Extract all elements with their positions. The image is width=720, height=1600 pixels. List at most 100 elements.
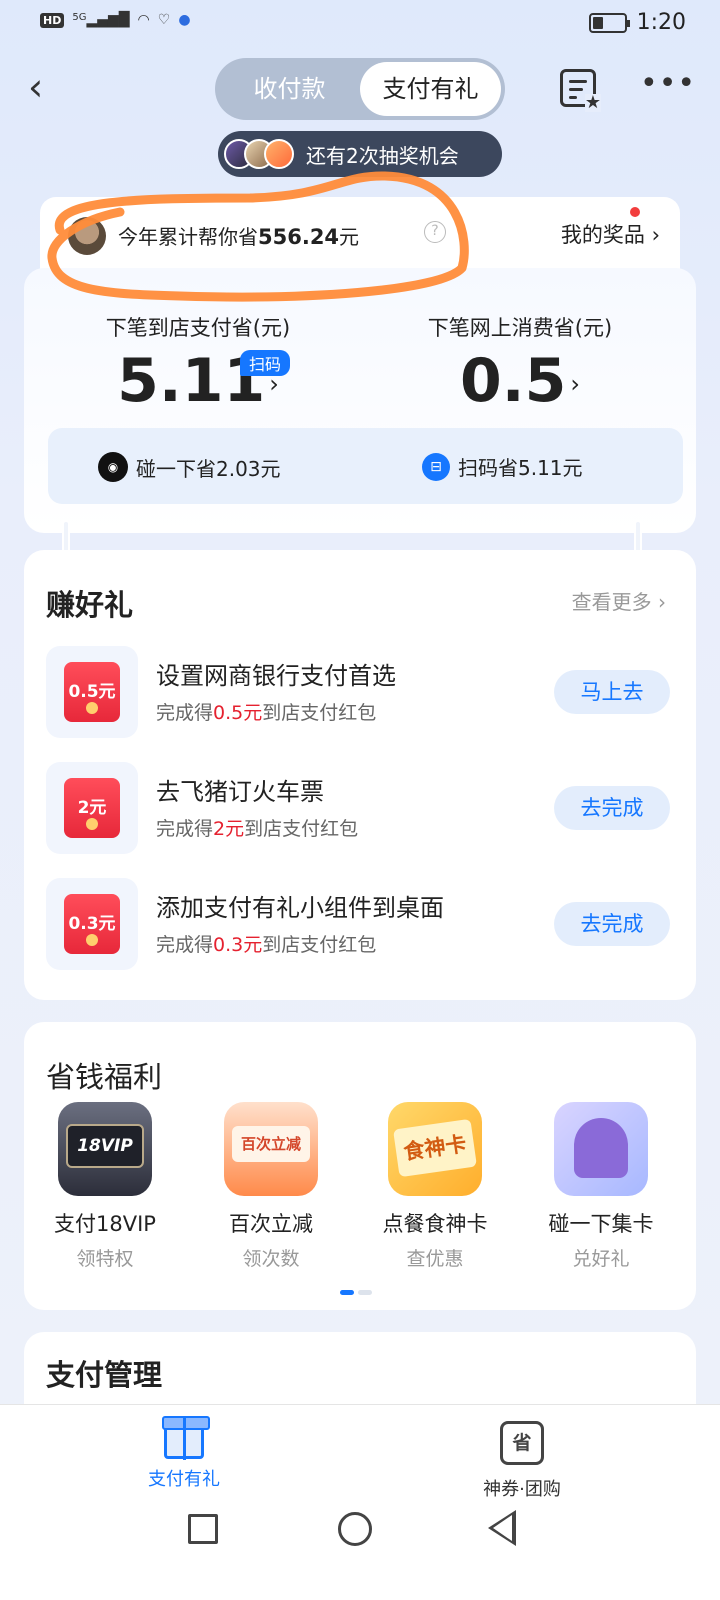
chevron-right-icon: › [570,370,580,399]
favorites-icon[interactable]: ★ [560,69,601,112]
view-more-link[interactable]: 查看更多 › [572,586,666,615]
gift-icon [162,1416,210,1460]
battery-icon [588,12,630,33]
hd-badge: HD [40,12,65,28]
task-reward: 完成得2元到店支付红包 [156,818,359,840]
task-item: 0.5元 设置网商银行支付首选 完成得0.5元到店支付红包 马上去 [46,646,674,742]
task-title: 去飞猪订火车票 [156,778,324,806]
scan-icon: ⊟ [422,452,450,481]
link-icon: ♡ [157,12,171,28]
wifi-icon: ◠ [137,12,150,28]
tab-receive-pay[interactable]: 收付款 [219,62,360,116]
help-icon[interactable]: ? [424,221,446,243]
benefit-sub: 领特权 [76,1248,134,1270]
lottery-chances-pill[interactable]: 还有2次抽奖机会 [218,131,502,177]
savings-amount: 556.24 [258,225,340,249]
section-title: 省钱福利 [46,1060,163,1094]
discount-art-text: 百次立减 [232,1126,310,1162]
reward-amount: 2元 [213,818,245,840]
food-card-icon: 食神卡 [388,1102,482,1196]
scan-pay-label: 扫码省 [458,456,518,480]
home-button[interactable] [338,1512,372,1546]
prize-avatar [264,139,294,169]
store-savings-label: 下笔到店支付省(元) [105,316,291,340]
vip-art-text: 18VIP [66,1124,144,1168]
benefit-name: 支付18VIP [54,1212,156,1236]
benefit-collect-cards[interactable]: 碰一下集卡 兑好礼 [526,1102,676,1271]
app-notification-icon: ● [178,12,191,28]
tab-label: 神券·团购 [483,1479,561,1500]
task-item: 2元 去飞猪订火车票 完成得2元到店支付红包 去完成 [46,762,674,858]
red-envelope-icon: 0.5元 [46,646,138,738]
recent-apps-button[interactable] [188,1514,218,1544]
task-complete-button[interactable]: 去完成 [554,786,670,830]
benefit-18vip[interactable]: 18VIP 支付18VIP 领特权 [30,1102,180,1271]
store-savings[interactable]: 下笔到店支付省(元) 5.11 › [48,312,348,416]
envelope-badge: 0.5元 [64,662,120,722]
tab-label: 支付有礼 [148,1469,220,1490]
avatar [68,217,106,255]
benefit-sub: 兑好礼 [572,1248,630,1270]
savings-prefix: 今年累计帮你省 [118,225,258,249]
section-title: 赚好礼 [46,588,134,622]
reward-amount: 0.5元 [213,702,263,724]
tap-pay-icon: ◉ [98,452,128,482]
benefit-name: 百次立减 [229,1212,313,1236]
scan-pay-amount: 5.11元 [518,456,583,480]
section-title: 支付管理 [46,1358,163,1392]
clock: 1:20 [636,10,686,35]
task-title: 设置网商银行支付首选 [156,662,396,690]
tab-coupons-groupbuy[interactable]: 省 神券·团购 [442,1421,602,1501]
savings-methods: ◉ 碰一下省2.03元 ⊟ 扫码省5.11元 [48,428,683,504]
task-reward: 完成得0.5元到店支付红包 [156,702,377,724]
online-savings-label: 下笔网上消费省(元) [427,316,613,340]
online-savings-value: 0.5 [460,346,567,416]
task-item: 0.3元 添加支付有礼小组件到桌面 完成得0.3元到店支付红包 去完成 [46,878,674,974]
tap-pay-savings[interactable]: ◉ 碰一下省2.03元 [98,452,281,482]
lottery-text: 还有2次抽奖机会 [306,143,459,168]
status-right: 1:20 [588,10,686,35]
benefit-sub: 查优惠 [406,1248,464,1270]
vip-card-icon: 18VIP [58,1102,152,1196]
tap-pay-label: 碰一下省 [136,456,216,481]
tab-pay-rewards[interactable]: 支付有礼 [360,62,501,116]
benefit-hundred-discount[interactable]: 百次立减 百次立减 领次数 [196,1102,346,1271]
discount-card-icon: 百次立减 [224,1102,318,1196]
next-payment-savings-card: 下笔到店支付省(元) 5.11 › 扫码 下笔网上消费省(元) 0.5 › ◉ 碰一… [24,268,696,533]
red-envelope-icon: 0.3元 [46,878,138,970]
benefit-name: 点餐食神卡 [382,1212,488,1236]
my-prizes-link[interactable]: 我的奖品 › [561,219,660,249]
online-savings[interactable]: 下笔网上消费省(元) 0.5 › [370,312,670,416]
mode-switcher: 收付款 支付有礼 [215,58,505,120]
carousel-indicator [340,1290,372,1295]
notification-dot [630,207,640,217]
benefit-sub: 领次数 [242,1248,300,1270]
yearly-savings-text: 今年累计帮你省556.24元 [118,221,359,250]
top-bar: ‹ 收付款 支付有礼 ★ ••• [0,55,720,125]
benefit-name: 碰一下集卡 [548,1212,654,1236]
benefits-section: 省钱福利 18VIP 支付18VIP 领特权 百次立减 百次立减 领次数 食神卡… [24,1022,696,1310]
tap-pay-amount: 2.03元 [216,456,281,481]
benefit-food-card[interactable]: 食神卡 点餐食神卡 查优惠 [360,1102,510,1271]
task-reward: 完成得0.3元到店支付红包 [156,934,377,956]
food-art-text: 食神卡 [393,1118,477,1178]
status-bar: HD 5G▂▄▆█ ◠ ♡ ● 1:20 [0,0,720,50]
reward-amount: 0.3元 [213,934,263,956]
carousel-dot [358,1290,372,1295]
scan-pay-savings[interactable]: ⊟ 扫码省5.11元 [422,452,583,481]
savings-suffix: 元 [339,225,360,249]
more-icon[interactable]: ••• [640,69,695,109]
envelope-badge: 0.3元 [64,894,120,954]
system-nav-bar [0,1502,720,1562]
tab-pay-rewards-bottom[interactable]: 支付有礼 [104,1416,264,1491]
status-left: HD 5G▂▄▆█ ◠ ♡ ● [40,12,191,28]
character-icon [554,1102,648,1196]
task-go-button[interactable]: 马上去 [554,670,670,714]
back-button[interactable]: ‹ [28,67,68,107]
task-complete-button[interactable]: 去完成 [554,902,670,946]
network-type: 5G [72,12,87,23]
carousel-dot [340,1290,354,1295]
system-back-button[interactable] [488,1510,516,1546]
yearly-savings-card: 今年累计帮你省556.24元 ? 我的奖品 › [40,197,680,273]
earn-gifts-section: 赚好礼 查看更多 › 0.5元 设置网商银行支付首选 完成得0.5元到店支付红包… [24,550,696,1000]
